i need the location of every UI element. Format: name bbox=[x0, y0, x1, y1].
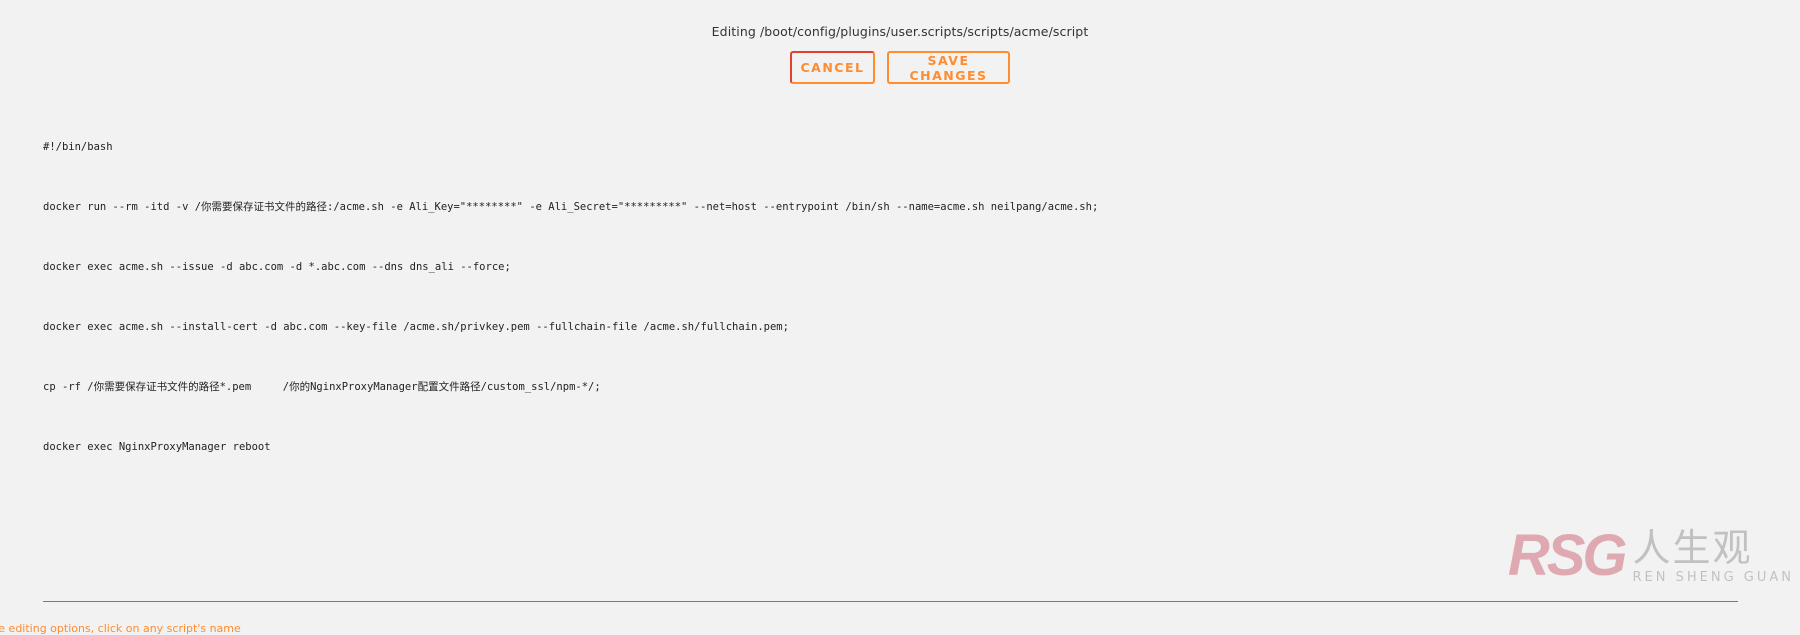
watermark-rsg-text: RSG bbox=[1507, 523, 1628, 588]
cancel-button[interactable]: CANCEL bbox=[790, 51, 875, 84]
watermark-en-text: REN SHENG GUAN bbox=[1632, 570, 1794, 585]
script-line-2: docker run --rm -itd -v /你需要保存证书文件的路径:/a… bbox=[43, 201, 1099, 213]
editor-actions: CANCEL SAVE CHANGES bbox=[0, 51, 1800, 84]
script-line-3: docker exec acme.sh --issue -d abc.com -… bbox=[43, 261, 511, 273]
section-divider bbox=[43, 601, 1738, 602]
watermark-text-block: 人生观 REN SHENG GUAN bbox=[1633, 526, 1794, 585]
script-line-6: docker exec NginxProxyManager reboot bbox=[43, 441, 271, 453]
script-editor[interactable]: #!/bin/bash docker run --rm -itd -v /你需要… bbox=[43, 97, 1743, 587]
watermark-cn-text: 人生观 bbox=[1632, 526, 1753, 570]
page-title: Editing /boot/config/plugins/user.script… bbox=[711, 24, 1089, 39]
script-line-1: #!/bin/bash bbox=[43, 141, 113, 153]
save-changes-button[interactable]: SAVE CHANGES bbox=[887, 51, 1010, 84]
script-line-4: docker exec acme.sh --install-cert -d ab… bbox=[43, 321, 789, 333]
watermark-logo: RSG 人生观 REN SHENG GUAN bbox=[1508, 526, 1794, 586]
script-line-5: cp -rf /你需要保存证书文件的路径*.pem /你的NginxProxyM… bbox=[43, 381, 601, 393]
